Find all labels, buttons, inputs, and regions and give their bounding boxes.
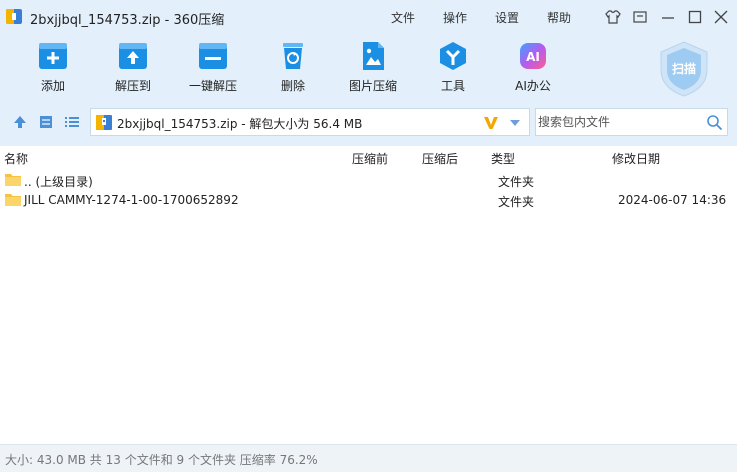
extract-to-icon bbox=[119, 43, 147, 69]
image-compress-button[interactable]: 图片压缩 bbox=[335, 40, 411, 98]
tools-button[interactable]: 工具 bbox=[415, 40, 491, 98]
one-click-extract-button[interactable]: 一键解压 bbox=[175, 40, 251, 98]
up-arrow-icon[interactable] bbox=[12, 114, 28, 130]
one-click-extract-icon bbox=[199, 43, 227, 69]
search-icon[interactable] bbox=[706, 114, 723, 131]
image-compress-label: 图片压缩 bbox=[348, 79, 397, 93]
scan-label: 扫描 bbox=[672, 61, 696, 76]
status-bar: 大小: 43.0 MB 共 13 个文件和 9 个文件夹 压缩率 76.2% bbox=[0, 444, 737, 472]
menu-file[interactable]: 文件 bbox=[391, 9, 415, 26]
menu-operation[interactable]: 操作 bbox=[443, 9, 467, 26]
folder-icon bbox=[5, 194, 21, 206]
status-text: 大小: 43.0 MB 共 13 个文件和 9 个文件夹 压缩率 76.2% bbox=[5, 453, 318, 467]
thumbnail-view-icon[interactable] bbox=[38, 114, 54, 130]
menu-settings[interactable]: 设置 bbox=[495, 9, 519, 26]
add-icon bbox=[39, 43, 67, 69]
folder-icon bbox=[5, 174, 21, 186]
scan-shield-icon: 扫描 bbox=[660, 41, 708, 97]
ai-office-button[interactable]: AI AI办公 bbox=[495, 40, 571, 98]
search-box bbox=[535, 108, 728, 136]
app-icon bbox=[6, 9, 22, 24]
title-bar: 2bxjjbql_154753.zip - 360压缩 文件 操作 设置 帮助 bbox=[0, 0, 737, 34]
delete-label: 删除 bbox=[280, 79, 305, 93]
column-modified[interactable]: 修改日期 bbox=[612, 150, 660, 167]
zip-file-icon bbox=[96, 115, 112, 130]
close-icon[interactable] bbox=[712, 8, 730, 26]
file-type: 文件夹 bbox=[498, 195, 535, 209]
window-title: 2bxjjbql_154753.zip - 360压缩 bbox=[30, 13, 225, 28]
add-button[interactable]: 添加 bbox=[15, 40, 91, 98]
add-label: 添加 bbox=[40, 79, 65, 93]
minimize-icon[interactable] bbox=[659, 8, 677, 26]
search-input[interactable] bbox=[538, 113, 698, 131]
tools-label: 工具 bbox=[440, 79, 465, 93]
chevron-down-icon[interactable] bbox=[509, 118, 521, 128]
delete-button[interactable]: 删除 bbox=[255, 40, 331, 98]
column-compressed-before[interactable]: 压缩前 bbox=[352, 150, 388, 167]
column-header: 名称 压缩前 压缩后 类型 修改日期 bbox=[0, 146, 737, 168]
message-icon[interactable] bbox=[631, 8, 649, 26]
extract-to-label: 解压到 bbox=[114, 79, 151, 93]
one-click-extract-label: 一键解压 bbox=[188, 79, 237, 93]
file-name: .. (上级目录) bbox=[24, 175, 93, 189]
ai-badge-text: AI bbox=[526, 50, 540, 64]
recycle-bin-icon bbox=[283, 43, 303, 69]
list-view-icon[interactable] bbox=[64, 114, 80, 130]
tools-icon bbox=[440, 42, 466, 70]
list-item[interactable]: .. (上级目录) 文件夹 bbox=[0, 170, 737, 190]
ai-office-label: AI办公 bbox=[515, 79, 551, 93]
ai-office-icon: AI bbox=[520, 43, 546, 69]
extract-v-icon[interactable] bbox=[482, 114, 500, 132]
archive-path: 2bxjjbql_154753.zip - 解包大小为 56.4 MB bbox=[117, 117, 363, 131]
image-compress-icon bbox=[363, 42, 384, 70]
menu-help[interactable]: 帮助 bbox=[547, 9, 571, 26]
column-compressed-after[interactable]: 压缩后 bbox=[422, 150, 458, 167]
column-name[interactable]: 名称 bbox=[4, 150, 28, 167]
list-item[interactable]: JILL CAMMY-1274-1-00-1700652892 文件夹 2024… bbox=[0, 190, 737, 210]
file-modified: 2024-06-07 14:36 bbox=[618, 193, 727, 207]
skin-shirt-icon[interactable] bbox=[604, 8, 622, 26]
maximize-icon[interactable] bbox=[686, 8, 704, 26]
address-bar[interactable]: 2bxjjbql_154753.zip - 解包大小为 56.4 MB bbox=[90, 108, 530, 136]
file-name: JILL CAMMY-1274-1-00-1700652892 bbox=[24, 193, 239, 207]
extract-to-button[interactable]: 解压到 bbox=[95, 40, 171, 98]
column-type[interactable]: 类型 bbox=[491, 150, 515, 167]
scan-button[interactable]: 扫描 bbox=[655, 40, 713, 98]
file-type: 文件夹 bbox=[498, 175, 535, 189]
